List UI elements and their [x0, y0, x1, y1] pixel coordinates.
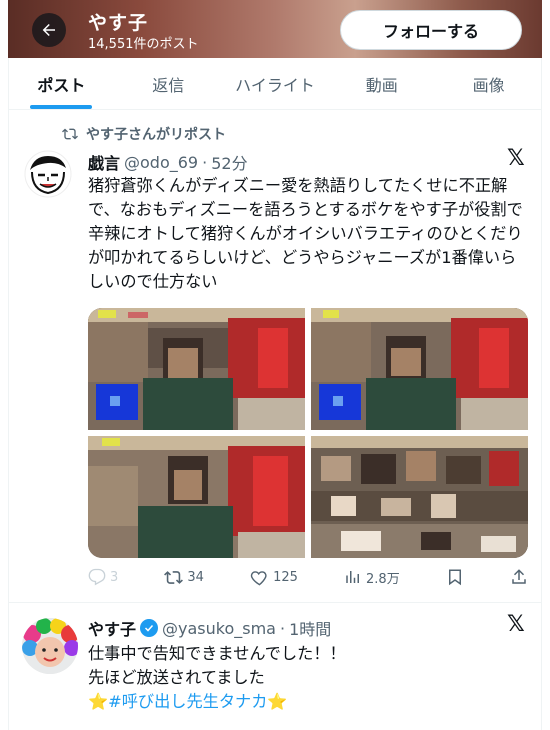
tab-highlights[interactable]: ハイライト — [222, 58, 329, 109]
x-logo-icon: 𝕏 — [507, 146, 525, 171]
reply-count: 3 — [110, 569, 119, 585]
back-button[interactable] — [32, 13, 66, 47]
tab-images[interactable]: 画像 — [435, 58, 542, 109]
arrow-left-icon — [42, 24, 55, 36]
avatar[interactable] — [24, 150, 72, 198]
profile-photo-icon — [22, 618, 78, 674]
repost-count: 34 — [187, 569, 204, 585]
like-count: 125 — [273, 569, 298, 585]
tab-videos[interactable]: 動画 — [328, 58, 435, 109]
analytics-icon — [346, 571, 360, 583]
like-button[interactable]: 125 — [250, 568, 298, 587]
post-text: 猪狩蒼弥くんがディズニー愛を熱語りしてたくせに不正解で、なおもディズニーを語ろう… — [88, 176, 523, 291]
post-text: 仕事中で告知できませんでした！！ 先ほど放送されてました ⭐#呼び出し先生タナカ… — [88, 642, 528, 714]
post-time[interactable]: 52分 — [211, 150, 247, 174]
media-image[interactable] — [88, 436, 305, 558]
repost-label: やす子さんがリポスト — [86, 127, 226, 143]
author-handle[interactable]: @odo_69 — [124, 153, 198, 172]
repost-indicator[interactable]: やす子さんがリポスト — [62, 124, 226, 144]
avatar[interactable] — [22, 618, 78, 674]
post-header: やす子 @yasuko_sma · 1時間 — [88, 616, 331, 640]
repost-icon — [62, 128, 78, 140]
bookmark-button[interactable] — [446, 568, 464, 586]
share-icon — [512, 569, 526, 584]
post-line: 先ほど放送されてました — [88, 668, 265, 687]
author-name[interactable]: 戯言 — [88, 150, 120, 174]
bookmark-icon — [448, 569, 461, 586]
tab-replies[interactable]: 返信 — [115, 58, 222, 109]
post-actions: 3 34 125 2.8万 — [88, 566, 528, 588]
post-header: 戯言 @odo_69 · 52分 — [88, 150, 248, 174]
heart-icon — [250, 570, 267, 586]
post-line: 仕事中で告知できませんでした！！ — [88, 644, 346, 663]
media-image[interactable] — [311, 308, 528, 430]
profile-name: やす子 — [88, 12, 149, 34]
share-button[interactable] — [510, 568, 528, 586]
media-image[interactable] — [311, 436, 528, 558]
post-count: 14,551件のポスト — [88, 37, 199, 52]
verified-badge-icon — [140, 619, 159, 637]
post-time[interactable]: 1時間 — [289, 616, 331, 640]
separator-dot: · — [202, 152, 208, 172]
post-divider — [8, 602, 542, 603]
reply-icon — [88, 568, 106, 586]
cartoon-face-avatar-icon — [24, 150, 72, 198]
x-logo-icon: 𝕏 — [507, 612, 525, 637]
author-name[interactable]: やす子 — [88, 616, 136, 640]
hashtag-link[interactable]: ⭐#呼び出し先生タナカ⭐ — [88, 690, 528, 714]
tab-posts[interactable]: ポスト — [8, 58, 115, 109]
author-handle[interactable]: @yasuko_sma — [162, 619, 276, 638]
separator-dot: · — [279, 618, 286, 638]
media-image[interactable] — [88, 308, 305, 430]
views-button[interactable]: 2.8万 — [344, 568, 400, 587]
view-count: 2.8万 — [366, 571, 400, 587]
follow-button[interactable]: フォローする — [340, 10, 522, 50]
media-grid[interactable] — [88, 308, 528, 558]
reply-button[interactable]: 3 — [88, 568, 118, 586]
repost-icon — [164, 570, 184, 584]
repost-button[interactable]: 34 — [164, 568, 204, 587]
profile-tabs: ポスト 返信 ハイライト 動画 画像 — [8, 58, 542, 110]
